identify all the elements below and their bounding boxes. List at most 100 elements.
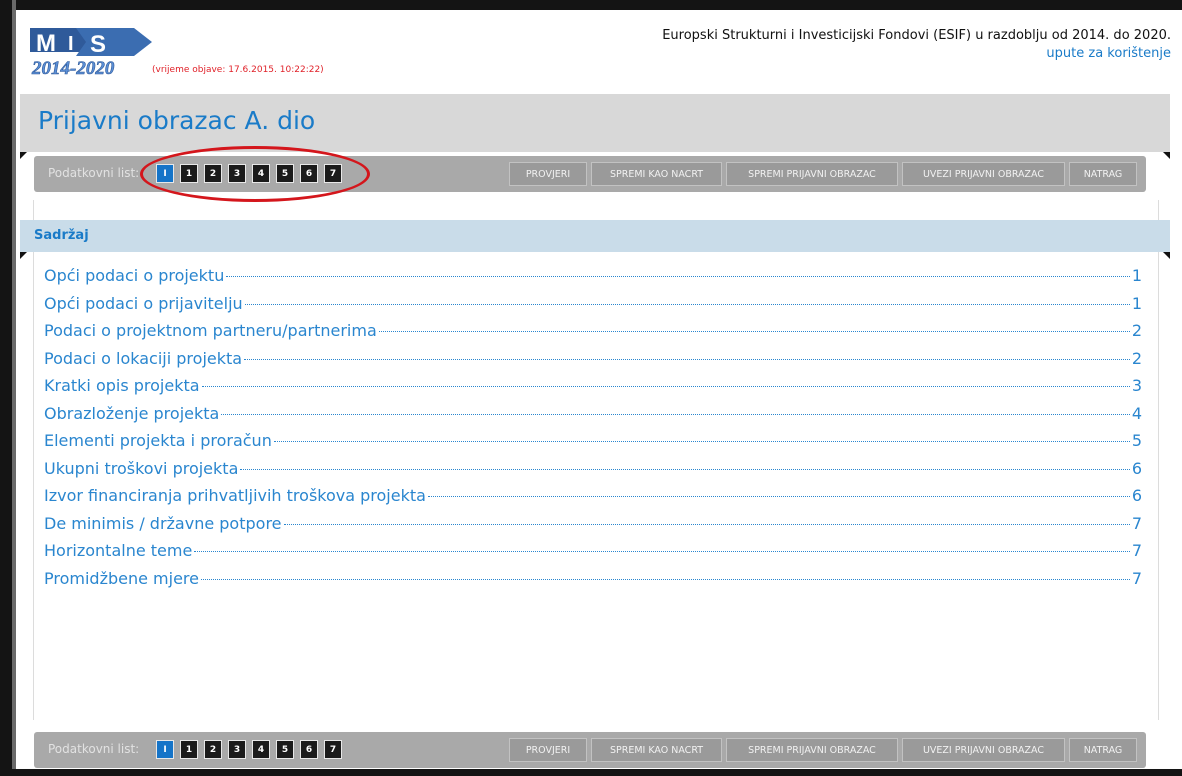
page-tab-1[interactable]: 1 [180, 740, 198, 759]
page-tab-5[interactable]: 5 [276, 164, 294, 183]
svg-text:M: M [36, 30, 56, 57]
toolbar-top: Podatkovni list: I 1 2 3 4 5 6 7 PROVJER… [34, 156, 1146, 192]
svg-text:2014-2020: 2014-2020 [31, 58, 115, 78]
toc-item[interactable]: Elementi projekta i proračun 5 [44, 431, 1142, 459]
page-tab-3[interactable]: 3 [228, 164, 246, 183]
page-tab-6[interactable]: 6 [300, 164, 318, 183]
table-of-contents: Opći podaci o projektu 1 Opći podaci o pr… [44, 266, 1142, 596]
toc-item-page: 4 [1131, 403, 1142, 423]
corner-marker [1163, 252, 1170, 259]
toc-leader [378, 331, 1130, 332]
back-button[interactable]: NATRAG [1069, 162, 1137, 186]
toc-item-title: Ukupni troškovi projekta [44, 458, 239, 478]
toc-item[interactable]: Kratki opis projekta 3 [44, 376, 1142, 404]
toc-leader [273, 441, 1130, 442]
toc-leader [226, 276, 1130, 277]
page-tab-4[interactable]: 4 [252, 164, 270, 183]
window-frame-left [0, 0, 12, 776]
toc-item-title: Obrazloženje projekta [44, 403, 220, 423]
corner-marker [20, 252, 27, 259]
toc-item[interactable]: Podaci o projektnom partneru/partnerima 2 [44, 321, 1142, 349]
toc-item-page: 7 [1131, 513, 1142, 533]
back-button[interactable]: NATRAG [1069, 738, 1137, 762]
page-tab-5[interactable]: 5 [276, 740, 294, 759]
corner-marker [20, 152, 27, 159]
check-button[interactable]: PROVJERI [509, 738, 587, 762]
section-bar: Sadržaj [20, 220, 1170, 252]
content-border-right [1158, 200, 1159, 720]
toc-item-title: Podaci o lokaciji projekta [44, 348, 243, 368]
page-tab-7[interactable]: 7 [324, 740, 342, 759]
page-tab-3[interactable]: 3 [228, 740, 246, 759]
toolbar-buttons: PROVJERI SPREMI KAO NACRT SPREMI PRIJAVN… [509, 162, 1137, 186]
toc-item-page: 7 [1131, 541, 1142, 560]
page-tab-2[interactable]: 2 [204, 164, 222, 183]
save-form-button[interactable]: SPREMI PRIJAVNI OBRAZAC [726, 162, 898, 186]
page-title: Prijavni obrazac A. dio [38, 106, 316, 135]
help-link[interactable]: upute za korištenje [1046, 46, 1171, 61]
window-frame-bottom [0, 769, 1182, 776]
toc-item[interactable]: De minimis / državne potpore 7 [44, 514, 1142, 542]
page-tabs: I 1 2 3 4 5 6 7 [156, 164, 342, 183]
datasheet-label: Podatkovni list: [48, 166, 140, 180]
toc-item-page: 5 [1131, 431, 1142, 450]
toc-leader [244, 358, 1130, 360]
page-tab-I[interactable]: I [156, 164, 174, 183]
toc-item-title: Podaci o projektnom partneru/partnerima [44, 321, 377, 340]
page-tab-I[interactable]: I [156, 740, 174, 759]
toc-item[interactable]: Podaci o lokaciji projekta 2 [44, 349, 1142, 377]
toc-leader [221, 413, 1130, 415]
content-border-left [33, 200, 34, 720]
toc-leader [240, 468, 1130, 470]
page-tab-4[interactable]: 4 [252, 740, 270, 759]
check-button[interactable]: PROVJERI [509, 162, 587, 186]
toc-leader [244, 303, 1130, 305]
corner-marker [1163, 152, 1170, 159]
page-tabs: I 1 2 3 4 5 6 7 [156, 740, 342, 759]
toc-item-title: Kratki opis projekta [44, 376, 200, 395]
toc-item-title: Izvor financiranja prihvatljivih troškov… [44, 486, 426, 505]
toc-item[interactable]: Opći podaci o projektu 1 [44, 266, 1142, 294]
toc-leader [283, 523, 1130, 525]
save-draft-button[interactable]: SPREMI KAO NACRT [591, 162, 722, 186]
page-tab-2[interactable]: 2 [204, 740, 222, 759]
toc-item-page: 3 [1131, 376, 1142, 395]
toc-item-page: 2 [1131, 321, 1142, 340]
toc-item[interactable]: Opći podaci o prijavitelju 1 [44, 294, 1142, 322]
toc-item-page: 2 [1131, 348, 1142, 368]
svg-text:I: I [68, 33, 74, 55]
import-form-button[interactable]: UVEZI PRIJAVNI OBRAZAC [902, 162, 1065, 186]
section-title: Sadržaj [34, 228, 89, 243]
toc-item-title: De minimis / državne potpore [44, 513, 282, 533]
window-frame-top [0, 0, 1182, 10]
toc-item[interactable]: Ukupni troškovi projekta 6 [44, 459, 1142, 487]
toc-item[interactable]: Obrazloženje projekta 4 [44, 404, 1142, 432]
save-draft-button[interactable]: SPREMI KAO NACRT [591, 738, 722, 762]
page-tab-6[interactable]: 6 [300, 740, 318, 759]
publish-time: (vrijeme objave: 17.6.2015. 10:22:22) [152, 65, 324, 75]
toc-item-title: Promidžbene mjere [44, 568, 199, 588]
toolbar-bottom: Podatkovni list: I 1 2 3 4 5 6 7 PROVJER… [34, 732, 1146, 768]
mis-logo: M I S 2014-2020 [30, 24, 155, 78]
toc-leader [194, 551, 1130, 552]
toc-leader [427, 496, 1130, 497]
toc-item[interactable]: Izvor financiranja prihvatljivih troškov… [44, 486, 1142, 514]
toc-leader [201, 386, 1130, 387]
toc-item-title: Horizontalne teme [44, 541, 193, 560]
toc-item[interactable]: Promidžbene mjere 7 [44, 569, 1142, 597]
toc-item-page: 6 [1131, 486, 1142, 505]
page-tab-1[interactable]: 1 [180, 164, 198, 183]
toc-leader [200, 578, 1130, 580]
svg-text:S: S [90, 31, 106, 58]
page-tab-7[interactable]: 7 [324, 164, 342, 183]
save-form-button[interactable]: SPREMI PRIJAVNI OBRAZAC [726, 738, 898, 762]
toc-item-page: 1 [1131, 266, 1142, 285]
toc-item-title: Opći podaci o projektu [44, 266, 225, 285]
window-frame-shadow [12, 0, 16, 776]
import-form-button[interactable]: UVEZI PRIJAVNI OBRAZAC [902, 738, 1065, 762]
toc-item-page: 6 [1131, 458, 1142, 478]
toc-item[interactable]: Horizontalne teme 7 [44, 541, 1142, 569]
toc-item-title: Opći podaci o prijavitelju [44, 293, 243, 313]
toc-item-page: 1 [1131, 293, 1142, 313]
toc-item-page: 7 [1131, 568, 1142, 588]
